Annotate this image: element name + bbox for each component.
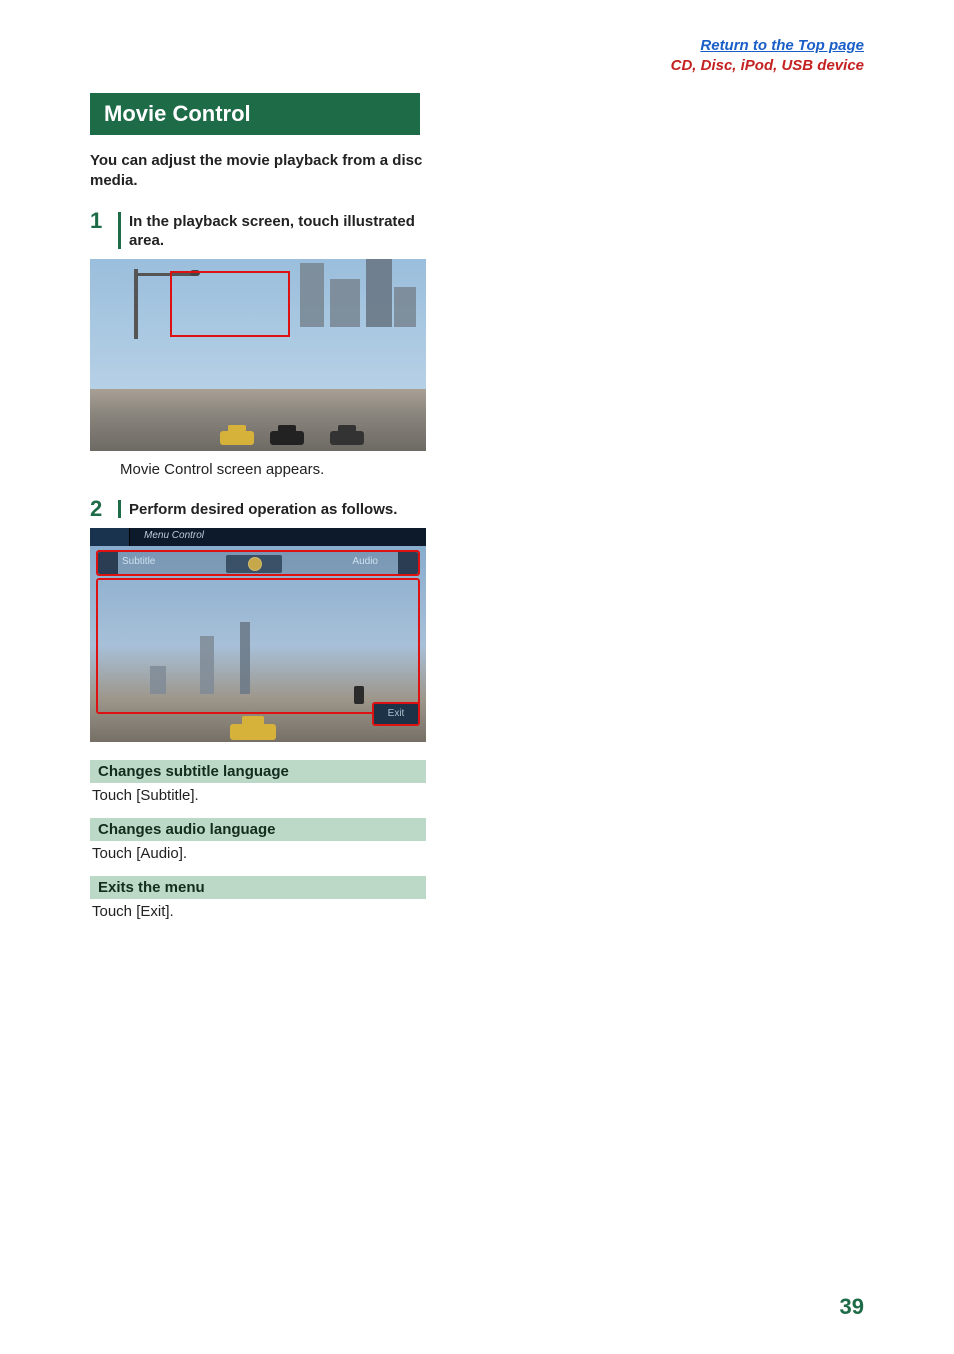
- step-instruction: Perform desired operation as follows.: [129, 498, 397, 520]
- building-icon: [366, 259, 392, 327]
- touch-area-highlight: [170, 271, 290, 337]
- step-divider: [118, 500, 121, 518]
- audio-button[interactable]: Audio: [352, 556, 378, 567]
- row-heading-subtitle: Changes subtitle language: [90, 760, 426, 783]
- section-title: Movie Control: [90, 93, 420, 135]
- step-divider: [118, 212, 121, 249]
- step-number: 2: [90, 498, 112, 520]
- step-1-caption: Movie Control screen appears.: [120, 461, 864, 478]
- toolbar-right-icon: [398, 552, 418, 574]
- step-2: 2 Perform desired operation as follows.: [90, 498, 864, 520]
- subtitle-button[interactable]: Subtitle: [122, 556, 155, 567]
- return-to-top-link[interactable]: Return to the Top page: [90, 36, 864, 56]
- building-icon: [394, 287, 416, 327]
- menu-title: Menu Control: [144, 530, 204, 541]
- row-body-subtitle: Touch [Subtitle].: [90, 783, 426, 814]
- car-icon: [220, 431, 254, 445]
- building-icon: [300, 263, 324, 327]
- toolbar-left-icon: [98, 552, 118, 574]
- exit-button[interactable]: Exit: [372, 702, 420, 726]
- row-heading-exit: Exits the menu: [90, 876, 426, 899]
- car-icon: [230, 724, 276, 740]
- car-icon: [270, 431, 304, 445]
- screenshot-2: Menu Control Subtitle Audio Exit: [90, 528, 426, 742]
- screenshot-1: [90, 259, 426, 451]
- menu-bar: Menu Control: [90, 528, 426, 546]
- page-number: 39: [840, 1294, 864, 1320]
- step-1: 1 In the playback screen, touch illustra…: [90, 210, 864, 251]
- row-heading-audio: Changes audio language: [90, 818, 426, 841]
- intro-text: You can adjust the movie playback from a…: [90, 151, 440, 192]
- building-icon: [330, 279, 360, 327]
- body-area-highlight: [96, 578, 420, 714]
- step-number: 1: [90, 210, 112, 232]
- menu-corner-icon: [90, 528, 130, 546]
- row-body-exit: Touch [Exit].: [90, 899, 426, 930]
- disc-badge-icon: [248, 557, 262, 571]
- lamp-post-icon: [134, 269, 138, 339]
- step-instruction: In the playback screen, touch illustrate…: [129, 210, 429, 251]
- header-links: Return to the Top page CD, Disc, iPod, U…: [90, 36, 864, 75]
- person-icon: [354, 686, 364, 704]
- car-icon: [330, 431, 364, 445]
- breadcrumb: CD, Disc, iPod, USB device: [90, 56, 864, 76]
- movie-toolbar-highlight: Subtitle Audio: [96, 550, 420, 576]
- row-body-audio: Touch [Audio].: [90, 841, 426, 872]
